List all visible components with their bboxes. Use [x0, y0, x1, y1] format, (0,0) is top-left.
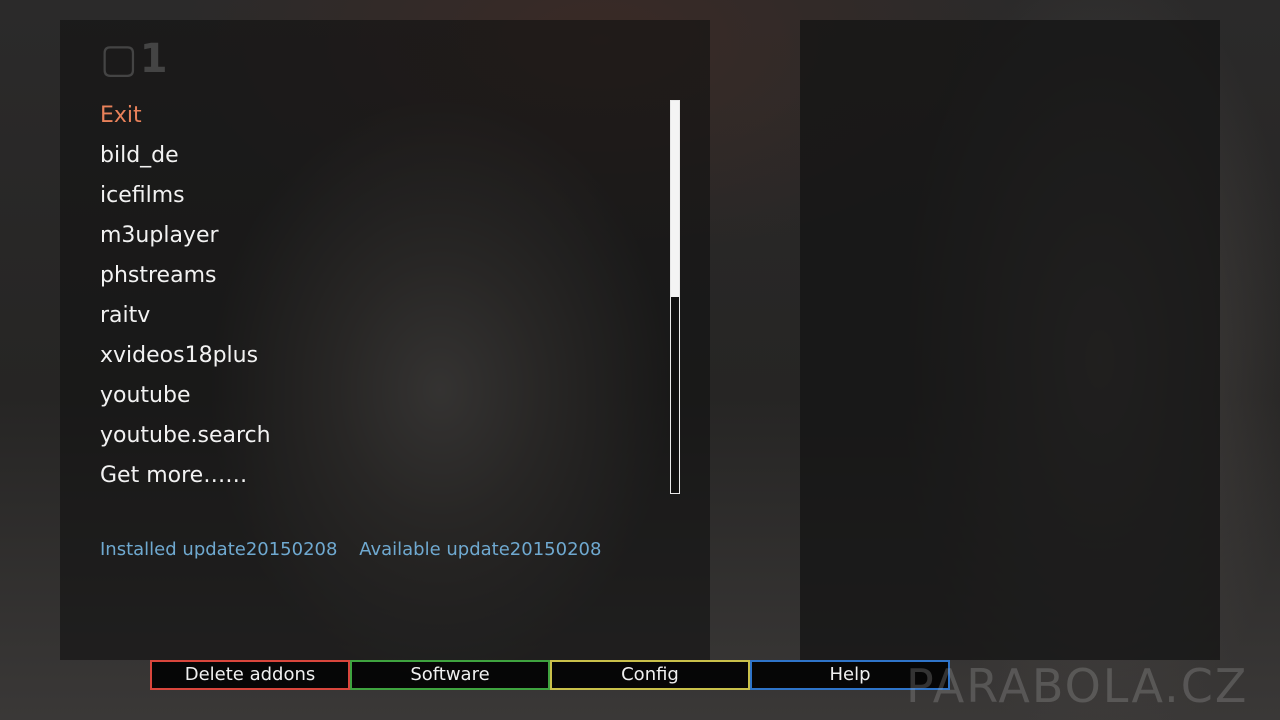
menu-item-xvideos18plus[interactable]: xvideos18plus [100, 336, 660, 376]
red-delete-addons-button[interactable]: Delete addons [150, 660, 350, 690]
update-status: Installed update20150208 Available updat… [100, 538, 601, 562]
channel-logo-number: 1 [139, 36, 170, 82]
yellow-config-button[interactable]: Config [550, 660, 750, 690]
menu-scrollbar[interactable] [670, 100, 680, 494]
menu-item-phstreams[interactable]: phstreams [100, 256, 660, 296]
menu-item-exit[interactable]: Exit [100, 96, 660, 136]
preview-panel [800, 20, 1220, 660]
color-button-bar: Delete addons Software Config Help [150, 660, 950, 690]
scrollbar-thumb[interactable] [671, 101, 679, 297]
addon-menu-list: Exit bild_de icefilms m3uplayer phstream… [100, 96, 660, 496]
menu-item-get-more[interactable]: Get more…… [100, 456, 660, 496]
menu-item-youtube[interactable]: youtube [100, 376, 660, 416]
watermark: PARABOLA.CZ [906, 659, 1249, 713]
channel-logo: ▢1 [100, 36, 170, 82]
menu-item-youtube-search[interactable]: youtube.search [100, 416, 660, 456]
menu-item-icefilms[interactable]: icefilms [100, 176, 660, 216]
menu-item-m3uplayer[interactable]: m3uplayer [100, 216, 660, 256]
menu-item-bild-de[interactable]: bild_de [100, 136, 660, 176]
available-version: Available update20150208 [359, 539, 602, 560]
green-software-button[interactable]: Software [350, 660, 550, 690]
installed-version: Installed update20150208 [100, 539, 338, 560]
menu-item-raitv[interactable]: raitv [100, 296, 660, 336]
